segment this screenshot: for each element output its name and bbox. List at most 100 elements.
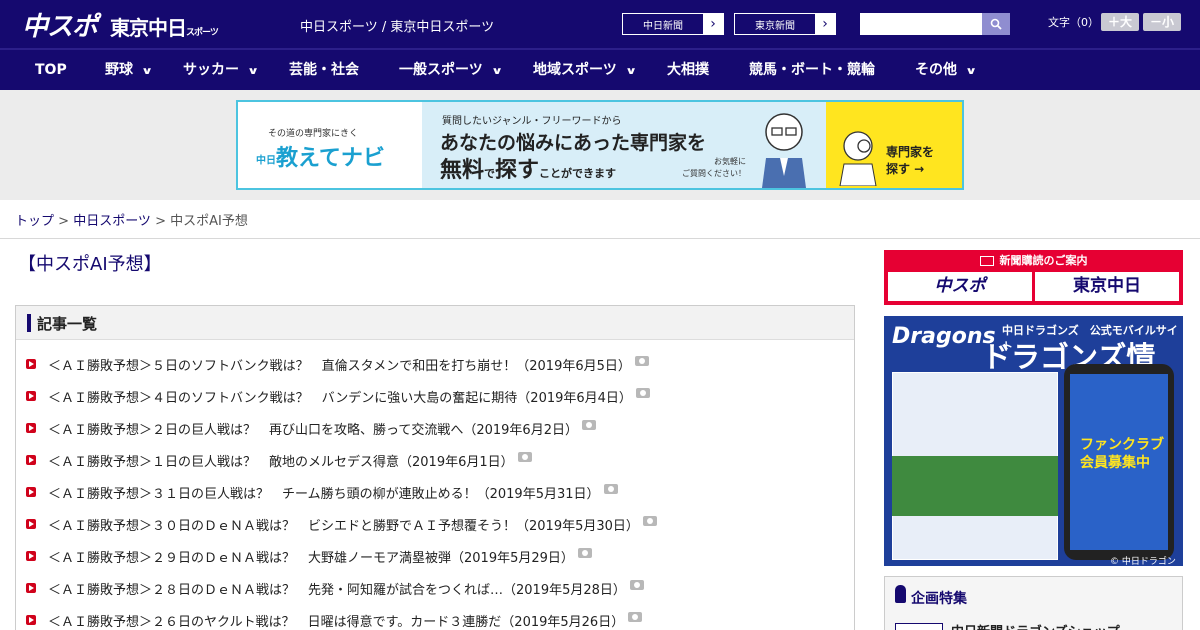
feature-title: 企画特集 [911, 591, 967, 607]
article-title: ＜ＡＩ勝敗予想＞５日のソフトバンク戦は？ 直倫スタメンで和田を打ち崩せ！（201… [48, 358, 631, 374]
nav-item-label: サッカー [183, 62, 239, 78]
chunichi-shimbun-link-label: 中日新聞 [643, 20, 683, 32]
newspaper-icon [979, 256, 994, 266]
arrow-bullet-icon [26, 615, 36, 625]
camera-icon [603, 484, 618, 494]
subscribe-tokyo-chunichi[interactable]: 東京中日 [1035, 272, 1179, 301]
banner-search-word: 探す [495, 158, 540, 183]
arrow-bullet-icon [26, 359, 36, 369]
breadcrumb-top[interactable]: トップ [15, 214, 54, 229]
article-item[interactable]: ＜ＡＩ勝敗予想＞５日のソフトバンク戦は？ 直倫スタメンで和田を打ち崩せ！（201… [26, 352, 846, 376]
breadcrumb: トップ > 中日スポーツ > 中スポAI予想 [15, 210, 248, 229]
divider [0, 238, 1200, 239]
expert-illustration-icon [762, 113, 806, 188]
article-item[interactable]: ＜ＡＩ勝敗予想＞２８日のＤｅＮＡ戦は？ 先発・阿知羅が試合をつくれば…（2019… [26, 576, 846, 600]
subscription-ad-title: 新聞購読のご案内 [884, 252, 1183, 268]
banner-line1: 質問したいジャンル・フリーワードから [442, 116, 622, 127]
nav-item-label: 一般スポーツ [399, 62, 483, 78]
chevron-right-icon: › [815, 14, 835, 34]
subscription-ad[interactable]: 新聞購読のご案内 中スポ 東京中日 [884, 250, 1183, 305]
article-title: ＜ＡＩ勝敗予想＞２８日のＤｅＮＡ戦は？ 先発・阿知羅が試合をつくれば…（2019… [48, 582, 626, 598]
font-larger-button[interactable]: ＋大 [1101, 13, 1139, 31]
article-list-title: 記事一覧 [37, 315, 98, 333]
article-title: ＜ＡＩ勝敗予想＞１日の巨人戦は？ 敵地のメルセデス得意（2019年6月1日） [48, 454, 514, 470]
chevron-down-icon: ∨ [246, 66, 260, 77]
article-title: ＜ＡＩ勝敗予想＞２日の巨人戦は？ 再び山口を攻略、勝って交流戦へ（2019年6月… [48, 422, 578, 438]
article-item[interactable]: ＜ＡＩ勝敗予想＞３０日のＤｅＮＡ戦は？ ビシエドと勝野でＡＩ予想覆そう！（201… [26, 512, 846, 536]
camera-icon [635, 388, 650, 398]
camera-icon [629, 580, 644, 590]
nav-item-label: 競馬・ボート・競輪 [749, 62, 875, 78]
font-smaller-button[interactable]: －小 [1143, 13, 1181, 31]
breadcrumb-sep: > [54, 214, 74, 229]
article-item[interactable]: ＜ＡＩ勝敗予想＞１日の巨人戦は？ 敵地のメルセデス得意（2019年6月1日） [26, 448, 846, 472]
nav-item-label: 野球 [105, 62, 133, 78]
arrow-bullet-icon [26, 519, 36, 529]
feature-item-label[interactable]: 中日新聞ドラゴンズショップ [951, 621, 1120, 630]
camera-icon [634, 356, 649, 366]
arrow-bullet-icon [26, 551, 36, 561]
font-size-label: 文字（0） [1048, 16, 1099, 29]
breadcrumb-section[interactable]: 中日スポーツ [73, 214, 151, 229]
article-title: ＜ＡＩ勝敗予想＞２６日のヤクルト戦は？ 日曜は得意です。カード３連勝だ（2019… [48, 614, 625, 630]
dragons-copyright: © 中日ドラゴンズ [1110, 557, 1176, 566]
article-item[interactable]: ＜ＡＩ勝敗予想＞２６日のヤクルト戦は？ 日曜は得意です。カード３連勝だ（2019… [26, 608, 846, 630]
nav-item-top[interactable]: TOP [35, 50, 67, 90]
tokyo-shimbun-link-label: 東京新聞 [755, 20, 795, 32]
chevron-down-icon: ∨ [140, 66, 154, 77]
oshiete-navi-banner[interactable]: その道の専門家にきく 中日教えてナビ 質問したいジャンル・フリーワードから あな… [236, 100, 964, 190]
nav-item-racing[interactable]: 競馬・ボート・競輪 [749, 50, 875, 90]
search-input[interactable] [860, 13, 982, 35]
chevron-right-icon: › [703, 14, 723, 34]
breadcrumb-sep: > [150, 214, 171, 229]
subscribe-chunichi-sports[interactable]: 中スポ [888, 272, 1032, 301]
arrow-bullet-icon [26, 583, 36, 593]
banner-area: その道の専門家にきく 中日教えてナビ 質問したいジャンル・フリーワードから あな… [0, 90, 1200, 200]
chunichi-shimbun-link[interactable]: 中日新聞 › [622, 13, 724, 35]
chunichi-sports-logo[interactable]: 中スポ [22, 6, 98, 43]
article-item[interactable]: ＜ＡＩ勝敗予想＞２日の巨人戦は？ 再び山口を攻略、勝って交流戦へ（2019年6月… [26, 416, 846, 440]
article-title: ＜ＡＩ勝敗予想＞３０日のＤｅＮＡ戦は？ ビシエドと勝野でＡＩ予想覆そう！（201… [48, 518, 639, 534]
feature-section: 企画特集 中日新聞ドラゴンズショップ [884, 576, 1183, 630]
banner-cta-text: 専門家を 探す → [886, 145, 935, 176]
camera-icon [577, 548, 592, 558]
feature-item-thumbnail[interactable] [895, 623, 943, 630]
fanclub-text: ファンクラブ 会員募集中 [1080, 437, 1164, 471]
article-list-panel: 記事一覧 ＜ＡＩ勝敗予想＞５日のソフトバンク戦は？ 直倫スタメンで和田を打ち崩せ… [15, 305, 855, 630]
banner-brand-prefix: 中日 [256, 155, 276, 167]
tokyo-shimbun-link[interactable]: 東京新聞 › [734, 13, 836, 35]
banner-brand: 中日教えてナビ [256, 140, 385, 172]
banner-line3: 無料で探すことができます [440, 152, 616, 184]
dragons-logo: Dragons [892, 324, 996, 349]
nav-item-general-sports[interactable]: 一般スポーツ ∨ [399, 50, 503, 90]
nav-item-label: 芸能・社会 [289, 62, 359, 78]
nav-item-sumo[interactable]: 大相撲 [667, 50, 709, 90]
tokyo-chunichi-logo-suffix: スポーツ [186, 28, 219, 38]
arrow-bullet-icon [26, 487, 36, 497]
tokyo-chunichi-logo[interactable]: 東京中日スポーツ [110, 12, 219, 41]
chevron-down-icon: ∨ [624, 66, 637, 77]
site-tagline: 中日スポーツ / 東京中日スポーツ [300, 20, 495, 35]
article-list-header: 記事一覧 [16, 306, 854, 340]
search-button[interactable] [982, 13, 1010, 35]
banner-note: お気軽に ご質問ください！ [682, 157, 746, 178]
chevron-down-icon: ∨ [490, 66, 503, 77]
banner-small-text: その道の専門家にきく [268, 129, 359, 139]
banner-cta-block[interactable]: 専門家を 探す → [826, 102, 962, 188]
nav-item-entertainment[interactable]: 芸能・社会 [289, 50, 359, 90]
article-item[interactable]: ＜ＡＩ勝敗予想＞４日のソフトバンク戦は？ バンデンに強い大島の奮起に期待（201… [26, 384, 846, 408]
banner-brand-name: 教えてナビ [276, 146, 385, 171]
chevron-down-icon: ∨ [964, 66, 978, 77]
person-illustration-icon [839, 131, 877, 186]
article-item[interactable]: ＜ＡＩ勝敗予想＞２９日のＤｅＮＡ戦は？ 大野雄ノーモア満塁被弾（2019年5月2… [26, 544, 846, 568]
banner-brand-block: その道の専門家にきく 中日教えてナビ [238, 102, 422, 188]
nav-item-other[interactable]: その他 ∨ [915, 50, 978, 90]
nav-item-regional-sports[interactable]: 地域スポーツ ∨ [533, 50, 637, 90]
nav-item-label: 地域スポーツ [533, 62, 617, 78]
nav-item-soccer[interactable]: サッカー ∨ [183, 50, 260, 90]
nav-item-baseball[interactable]: 野球 ∨ [105, 50, 154, 90]
main-nav: TOP 野球 ∨ サッカー ∨ 芸能・社会 一般スポーツ ∨ 地域スポーツ ∨ 大相撲 … [0, 48, 1200, 90]
baseball-field-illustration [892, 456, 1058, 516]
dragons-mobile-ad[interactable]: Dragons 中日ドラゴンズ 公式モバイルサイト ドラゴンズ情報 ファンクラブ… [884, 316, 1183, 566]
article-item[interactable]: ＜ＡＩ勝敗予想＞３１日の巨人戦は？ チーム勝ち頭の柳が連敗止める！（2019年5… [26, 480, 846, 504]
